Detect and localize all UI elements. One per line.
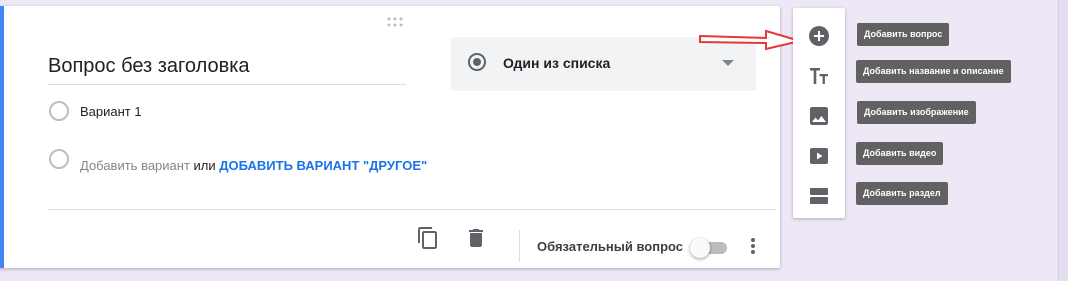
option-label[interactable]: Вариант 1 xyxy=(80,104,142,119)
side-toolbar xyxy=(793,8,845,218)
add-option-row: Добавить вариант или ДОБАВИТЬ ВАРИАНТ "Д… xyxy=(80,158,427,173)
add-option-link[interactable]: Добавить вариант xyxy=(80,158,190,173)
tooltip-add-video: Добавить видео xyxy=(856,142,944,165)
add-other-option-link[interactable]: ДОБАВИТЬ ВАРИАНТ "ДРУГОЕ" xyxy=(219,158,427,173)
tooltip-add-image: Добавить изображение xyxy=(857,101,976,124)
tooltip-add-title: Добавить название и описание xyxy=(856,60,1011,83)
annotation-arrow-icon xyxy=(699,29,804,51)
add-option-radio xyxy=(49,149,69,169)
section-icon[interactable] xyxy=(807,184,831,208)
toggle-knob xyxy=(690,238,710,258)
required-label: Обязательный вопрос xyxy=(537,239,684,254)
question-type-label: Один из списка xyxy=(503,55,611,71)
title-text-icon[interactable] xyxy=(807,64,831,88)
footer-divider xyxy=(48,209,776,210)
tooltip-add-section: Добавить раздел xyxy=(856,182,948,205)
drag-handle-icon[interactable] xyxy=(385,17,405,27)
page-edge xyxy=(1058,0,1068,281)
footer-vertical-divider xyxy=(519,230,520,262)
question-card[interactable]: Вопрос без заголовка Один из списка Вари… xyxy=(0,6,780,268)
or-text: или xyxy=(193,158,216,173)
chevron-down-icon xyxy=(722,60,734,66)
duplicate-icon[interactable] xyxy=(416,226,440,250)
option-radio[interactable] xyxy=(49,101,69,121)
tooltip-add-question: Добавить вопрос xyxy=(857,23,950,46)
more-vert-icon[interactable] xyxy=(750,237,756,255)
add-circle-icon[interactable] xyxy=(807,24,831,48)
radio-type-icon xyxy=(468,53,486,71)
video-icon[interactable] xyxy=(807,144,831,168)
image-icon[interactable] xyxy=(807,104,831,128)
delete-icon[interactable] xyxy=(464,226,488,250)
required-toggle[interactable] xyxy=(690,238,730,258)
question-title-input[interactable]: Вопрос без заголовка xyxy=(48,55,406,85)
